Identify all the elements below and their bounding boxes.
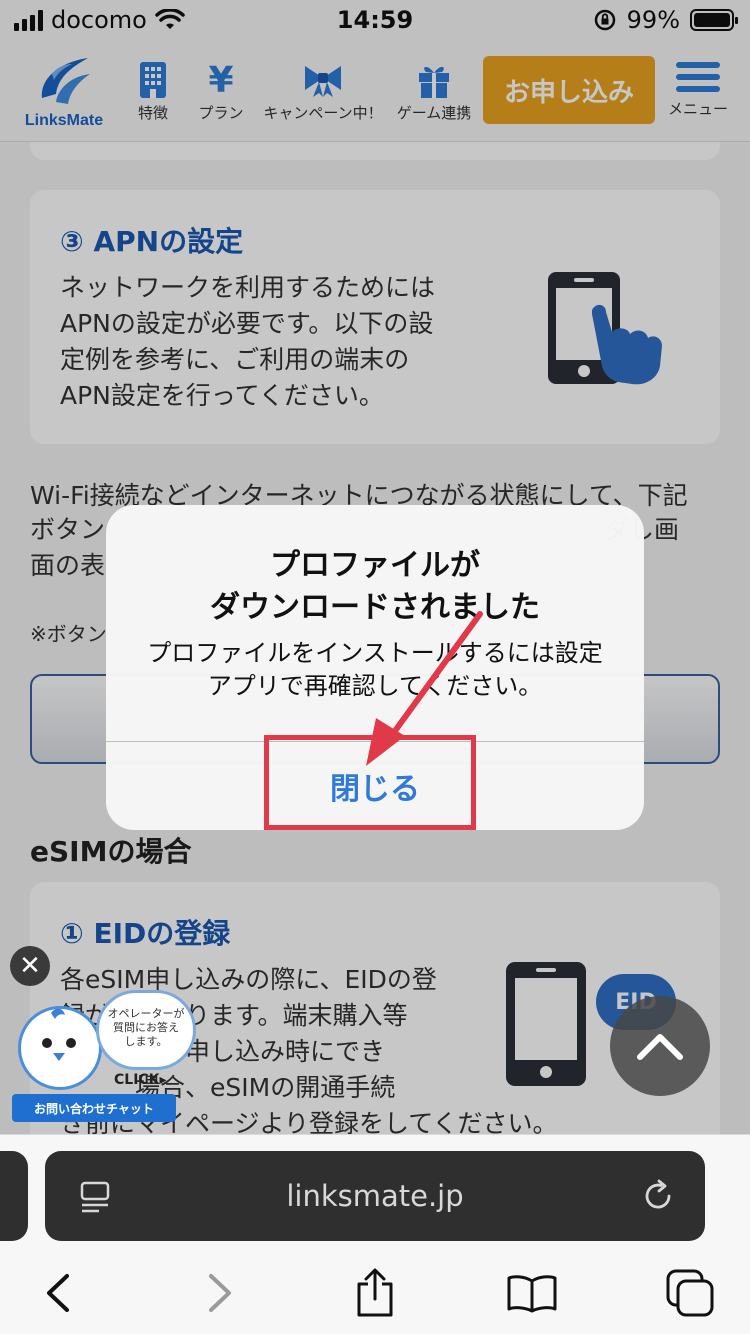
browser-chrome: linksmate.jp (0, 1134, 750, 1334)
tabs-button[interactable] (660, 1263, 720, 1323)
reload-icon[interactable] (641, 1179, 675, 1213)
chevron-right-icon (209, 1274, 231, 1312)
back-button[interactable] (28, 1263, 88, 1323)
forward-button[interactable] (190, 1263, 250, 1323)
book-icon (507, 1275, 557, 1313)
share-icon (357, 1268, 393, 1317)
previous-tab-stub[interactable] (0, 1151, 28, 1241)
chevron-left-icon (47, 1274, 69, 1312)
bookmarks-button[interactable] (502, 1263, 562, 1323)
tabs-icon (666, 1269, 714, 1317)
share-button[interactable] (345, 1263, 405, 1323)
url-text: linksmate.jp (286, 1179, 464, 1213)
address-bar[interactable]: linksmate.jp (45, 1151, 705, 1241)
